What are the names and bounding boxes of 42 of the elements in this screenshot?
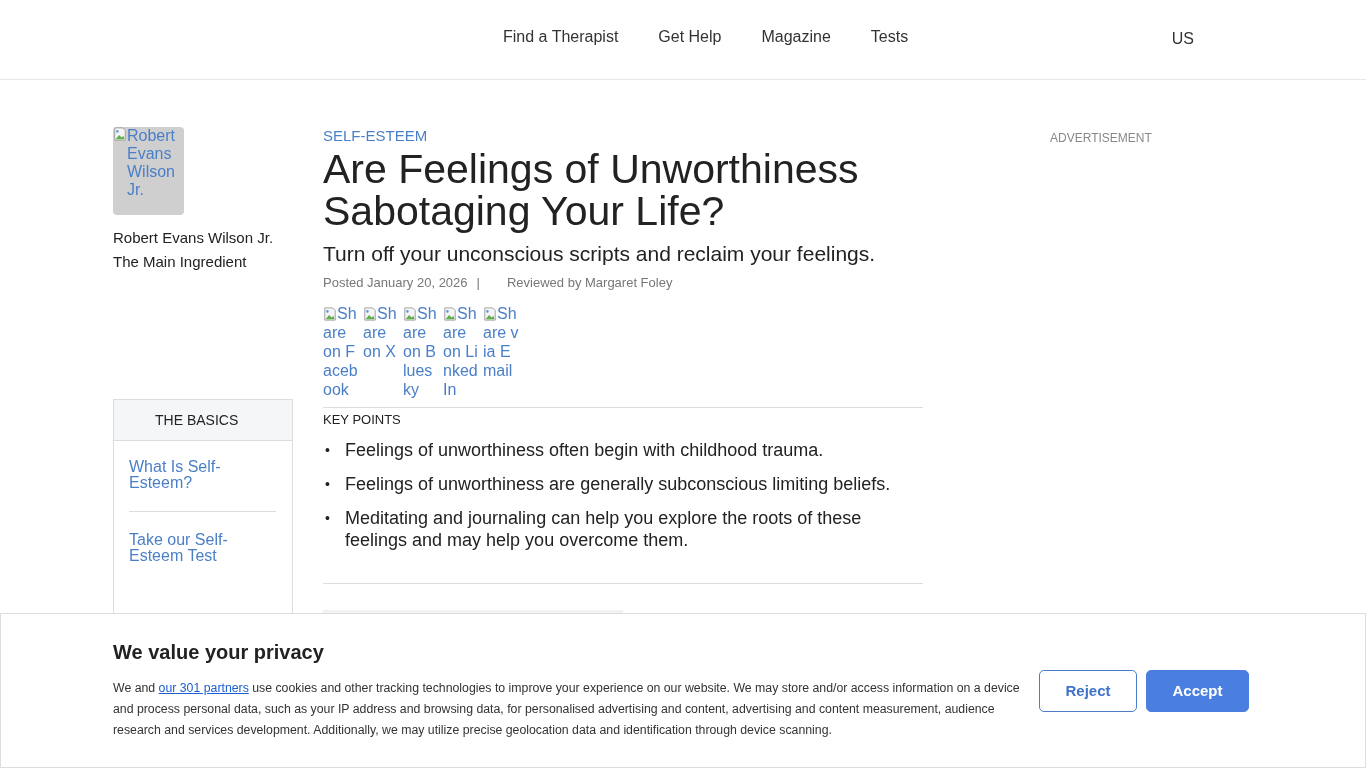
reviewer: Reviewed by Margaret Foley (506, 275, 673, 290)
partners-link[interactable]: our 301 partners (158, 680, 249, 695)
accept-button[interactable]: Accept (1146, 669, 1249, 712)
key-point: Meditating and journaling can help you explore the roots of these feelings and may help you overcome them. (345, 507, 863, 551)
broken-image-icon (363, 307, 377, 321)
key-point: Feelings of unworthiness often begin with childhood trauma. (345, 439, 824, 461)
article-subtitle: Turn off your unconscious scripts and reclaim your feelings. (323, 242, 877, 266)
share-link[interactable]: Share on LinkedIn (443, 304, 479, 399)
bullet: • (324, 441, 331, 460)
nav-link[interactable]: Tests (870, 28, 909, 46)
basics-link[interactable]: Take our Self-Esteem Test (129, 532, 249, 564)
share-link[interactable]: Share on Facebook (323, 304, 359, 399)
basics-title: THE BASICS (114, 400, 292, 441)
nav-link[interactable]: Magazine (761, 28, 831, 46)
post-date: Posted January 20, 2026 (323, 275, 468, 290)
share-link[interactable]: Share via Email (483, 304, 519, 399)
basics-link[interactable]: What Is Self-Esteem? (129, 459, 249, 491)
region-link[interactable]: US (1171, 30, 1194, 48)
bullet: • (324, 509, 331, 528)
author-photo[interactable]: Robert Evans Wilson Jr. (113, 127, 184, 215)
category-link[interactable]: SELF-ESTEEM (323, 127, 923, 144)
key-point: Feelings of unworthiness are generally subconscious limiting beliefs. (345, 473, 891, 495)
broken-image-icon (443, 307, 457, 321)
cookie-text: We and our 301 partners use cookies and other tracking technologies to improve your experience on our website. We may store and/or access information on a device and process personal data, such as your IP address and browsing data, for personalised advertising and content, advertising and content measurement, audience research and services development. Additionally, we may utilize precise geolocation data and identification through device scanning. (113, 679, 1021, 739)
key-points-title: KEY POINTS (323, 412, 402, 427)
broken-image-icon (403, 307, 417, 321)
broken-image-icon (323, 307, 337, 321)
article-title: Are Feelings of Unworthiness Sabotaging Your Life? (323, 148, 860, 232)
nav-link[interactable]: Get Help (658, 28, 722, 46)
share-link[interactable]: Share on X (363, 304, 399, 399)
share-link[interactable]: Share on Bluesky (403, 304, 439, 399)
reject-button[interactable]: Reject (1039, 669, 1137, 712)
image-alt-text: Robert Evans Wilson Jr. (127, 127, 177, 199)
author-name[interactable]: Robert Evans Wilson Jr. (113, 226, 293, 250)
bullet: • (324, 475, 331, 494)
column-name[interactable]: The Main Ingredient (113, 250, 293, 274)
broken-image-icon (483, 307, 497, 321)
advertisement-label: ADVERTISEMENT (1050, 131, 1152, 145)
broken-image-icon (113, 127, 127, 141)
nav-link[interactable]: Find a Therapist (503, 28, 619, 46)
cookie-title: We value your privacy (113, 640, 325, 664)
separator: | (476, 275, 480, 290)
